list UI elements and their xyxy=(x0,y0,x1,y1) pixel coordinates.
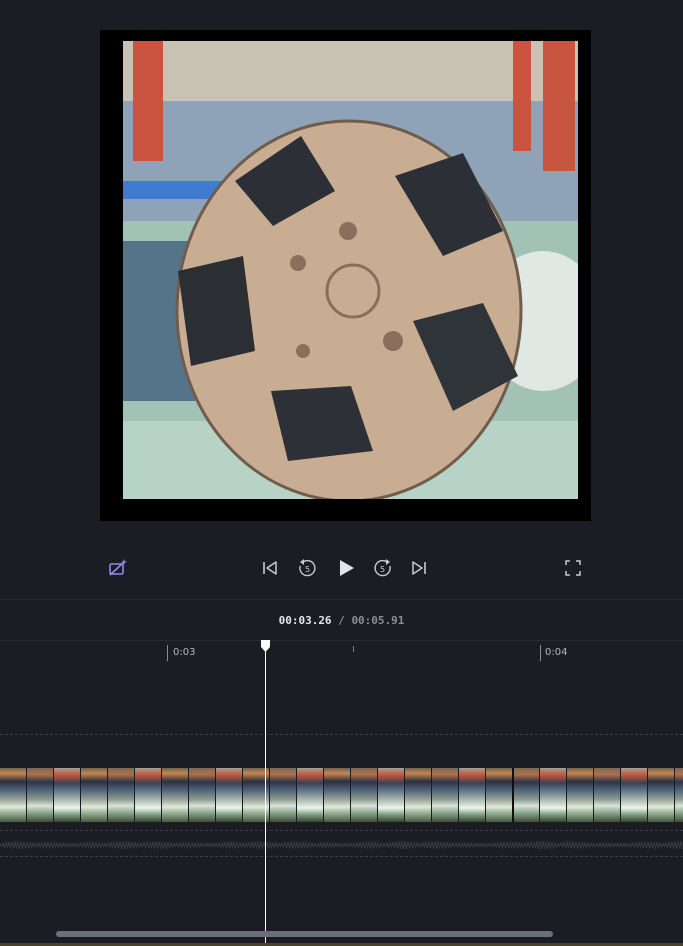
filmstrip-thumbnail xyxy=(648,768,675,822)
filmstrip-thumbnail xyxy=(405,768,432,822)
filmstrip-thumbnail xyxy=(216,768,243,822)
skip-to-end-icon[interactable] xyxy=(408,557,430,579)
playhead-handle[interactable] xyxy=(260,639,271,653)
filmstrip-thumbnail xyxy=(108,768,135,822)
filmstrip-thumbnail xyxy=(81,768,108,822)
filmstrip-thumbnail xyxy=(162,768,189,822)
rewind-5-icon[interactable]: 5 xyxy=(296,557,318,579)
playhead[interactable] xyxy=(265,646,266,946)
clip-boundary xyxy=(512,768,514,822)
filmstrip-thumbnail xyxy=(486,768,513,822)
timeline-panel[interactable]: 00:03.26 / 00:05.91 0:03 0:04 xyxy=(0,600,683,946)
filmstrip-thumbnail xyxy=(297,768,324,822)
filmstrip-thumbnail xyxy=(0,768,27,822)
filmstrip-thumbnail xyxy=(189,768,216,822)
ruler-label-0-04: 0:04 xyxy=(545,647,568,658)
timecode: 00:03.26 / 00:05.91 xyxy=(0,614,683,627)
player-controls: 5 5 xyxy=(0,548,683,600)
forward-5-icon[interactable]: 5 xyxy=(372,557,394,579)
ruler-divider xyxy=(0,640,683,641)
time-separator: / xyxy=(331,614,352,627)
forward-seconds-label: 5 xyxy=(380,565,385,574)
filmstrip-thumbnail xyxy=(135,768,162,822)
track-separator xyxy=(0,734,683,735)
skip-to-start-icon[interactable] xyxy=(259,557,281,579)
filmstrip-thumbnail xyxy=(675,768,683,822)
ruler-label-0-03: 0:03 xyxy=(173,647,196,658)
rewind-seconds-label: 5 xyxy=(305,565,310,574)
timeline-scrollbar[interactable] xyxy=(56,931,553,937)
video-preview[interactable] xyxy=(100,30,591,521)
filmstrip-thumbnail xyxy=(270,768,297,822)
track-separator xyxy=(0,856,683,857)
filmstrip-thumbnail xyxy=(540,768,567,822)
video-track-clip[interactable] xyxy=(0,768,683,822)
video-frame-image xyxy=(123,41,578,499)
filmstrip-thumbnail xyxy=(324,768,351,822)
ruler-minor-tick xyxy=(353,646,354,652)
fullscreen-icon[interactable] xyxy=(562,557,584,579)
filmstrip-thumbnail xyxy=(594,768,621,822)
filmstrip-thumbnail xyxy=(459,768,486,822)
filmstrip-thumbnail xyxy=(54,768,81,822)
total-time: 00:05.91 xyxy=(351,614,405,627)
ruler-tick xyxy=(167,645,168,661)
filmstrip-thumbnail xyxy=(378,768,405,822)
ruler-tick xyxy=(540,645,541,661)
filmstrip-thumbnail xyxy=(513,768,540,822)
filmstrip-thumbnail xyxy=(27,768,54,822)
filmstrip-thumbnail xyxy=(351,768,378,822)
ai-erase-camera-icon[interactable] xyxy=(107,557,129,579)
filmstrip-thumbnail xyxy=(567,768,594,822)
preview-area xyxy=(0,0,683,548)
current-time: 00:03.26 xyxy=(278,614,332,627)
filmstrip-thumbnail xyxy=(432,768,459,822)
filmstrip-thumbnail xyxy=(621,768,648,822)
play-icon[interactable] xyxy=(335,557,357,579)
audio-waveform[interactable] xyxy=(0,836,683,854)
track-separator xyxy=(0,830,683,831)
